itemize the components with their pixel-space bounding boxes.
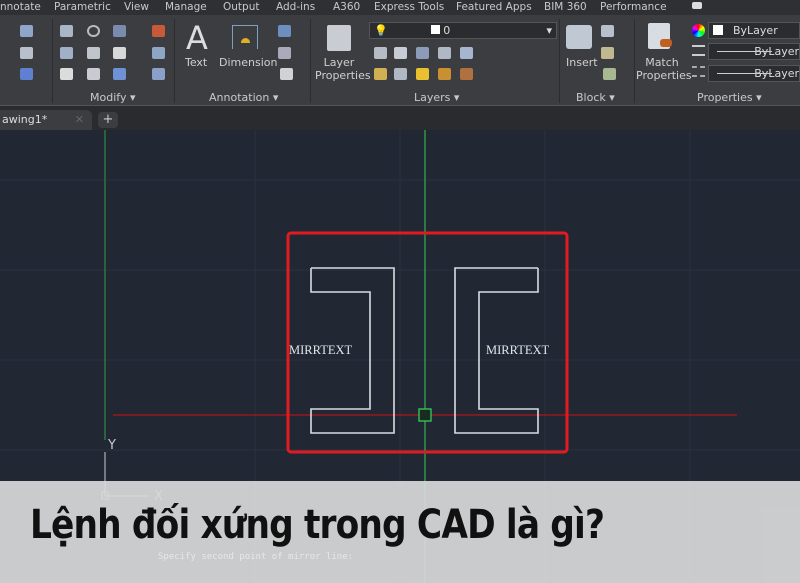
layer-lock-icon[interactable]: [438, 47, 451, 59]
match-properties-button[interactable]: Match Properties: [636, 56, 692, 82]
layer-match-icon[interactable]: [460, 47, 473, 59]
layer-unlock-icon[interactable]: [438, 68, 451, 80]
menu-bar: nnotate Parametric View Manage Output Ad…: [0, 0, 800, 15]
leader-icon[interactable]: [278, 47, 291, 59]
text-icon[interactable]: A: [186, 19, 208, 57]
chevron-down-icon: ▾: [546, 24, 552, 37]
layer-color-swatch: [431, 25, 441, 34]
fillet-icon[interactable]: [113, 47, 126, 59]
panel-properties[interactable]: Properties ▾: [697, 91, 762, 104]
close-icon[interactable]: ✕: [75, 113, 84, 126]
lineweight-icon: [692, 66, 705, 77]
line-sample: [717, 51, 772, 52]
edit-block-icon[interactable]: [601, 47, 614, 59]
attribute-icon[interactable]: [603, 68, 616, 80]
new-tab-button[interactable]: +: [98, 112, 118, 128]
snap-marker: [418, 408, 432, 422]
scale-icon[interactable]: [87, 68, 100, 80]
stretch-icon[interactable]: [60, 68, 73, 80]
file-tab-bar: awing1* ✕ +: [0, 106, 800, 130]
panel-layers[interactable]: Layers ▾: [414, 91, 459, 104]
table-icon[interactable]: [280, 68, 293, 80]
ucs-y-label: Y: [107, 438, 116, 453]
insert-icon[interactable]: [566, 25, 592, 49]
mirrtext-left[interactable]: MIRRTEXT: [289, 343, 352, 357]
text-button[interactable]: Text: [185, 56, 207, 69]
menu-tab-featured-apps[interactable]: Featured Apps: [456, 1, 532, 13]
layer-freeze-icon[interactable]: [416, 47, 429, 59]
mirror-icon[interactable]: [87, 47, 100, 59]
lineweight-dropdown[interactable]: ByLayer: [708, 65, 800, 82]
menu-tab-performance[interactable]: Performance: [600, 1, 667, 13]
hatch-icon[interactable]: [20, 47, 33, 59]
dimension-icon[interactable]: [232, 25, 258, 49]
ribbon: Modify ▾ A Text Dimension Annotation ▾ L…: [0, 15, 800, 106]
move-icon[interactable]: [60, 25, 73, 37]
trim-icon[interactable]: [113, 25, 126, 37]
copy-icon[interactable]: [60, 47, 73, 59]
menu-tab-a360[interactable]: A360: [333, 1, 360, 13]
menu-tab-bim360[interactable]: BIM 360: [544, 1, 587, 13]
layer-walk-icon[interactable]: [394, 68, 407, 80]
panel-block[interactable]: Block ▾: [576, 91, 615, 104]
line-sample: [717, 73, 772, 74]
explode-icon[interactable]: [152, 47, 165, 59]
layer-on-icon[interactable]: [416, 68, 429, 80]
offset-icon[interactable]: [152, 68, 165, 80]
linetype-dropdown[interactable]: ByLayer: [708, 43, 800, 60]
linear-dim-icon[interactable]: [278, 25, 291, 37]
dimension-button[interactable]: Dimension: [219, 56, 277, 69]
panel-modify[interactable]: Modify ▾: [90, 91, 135, 104]
camera-icon[interactable]: [692, 2, 702, 9]
array-icon[interactable]: [113, 68, 126, 80]
caption-title: Lệnh đối xứng trong CAD là gì?: [30, 502, 605, 548]
menu-tab-annotate[interactable]: nnotate: [0, 1, 41, 13]
match-properties-icon[interactable]: [648, 23, 672, 49]
layer-properties-button[interactable]: Layer Properties: [315, 56, 371, 82]
layer-merge-icon[interactable]: [460, 68, 473, 80]
layer-isolate-icon[interactable]: [394, 47, 407, 59]
rectangle-icon[interactable]: [20, 25, 33, 37]
create-block-icon[interactable]: [601, 25, 614, 37]
mirrtext-right[interactable]: MIRRTEXT: [486, 343, 549, 357]
rotate-icon[interactable]: [87, 25, 100, 37]
menu-tab-addins[interactable]: Add-ins: [276, 1, 315, 13]
linetype-icon: [692, 45, 705, 56]
menu-tab-view[interactable]: View: [124, 1, 149, 13]
tab-drawing1[interactable]: awing1* ✕: [0, 110, 92, 130]
layer-previous-icon[interactable]: [374, 68, 387, 80]
layer-dropdown[interactable]: 💡 0 ▾: [369, 22, 557, 39]
insert-button[interactable]: Insert: [566, 56, 598, 69]
menu-tab-express-tools[interactable]: Express Tools: [374, 1, 444, 13]
menu-tab-manage[interactable]: Manage: [165, 1, 207, 13]
menu-tab-parametric[interactable]: Parametric: [54, 1, 111, 13]
layer-properties-icon[interactable]: [327, 25, 351, 51]
region-icon[interactable]: [20, 68, 33, 80]
erase-icon[interactable]: [152, 25, 165, 37]
panel-annotation[interactable]: Annotation ▾: [209, 91, 278, 104]
color-swatch: [713, 25, 723, 35]
command-line: Specify second point of mirror line:: [158, 552, 354, 562]
color-dropdown[interactable]: ByLayer: [708, 22, 800, 39]
bulb-icon: 💡: [374, 24, 388, 37]
layer-off-icon[interactable]: [374, 47, 387, 59]
menu-tab-output[interactable]: Output: [223, 1, 259, 13]
color-wheel-icon: [692, 24, 705, 37]
